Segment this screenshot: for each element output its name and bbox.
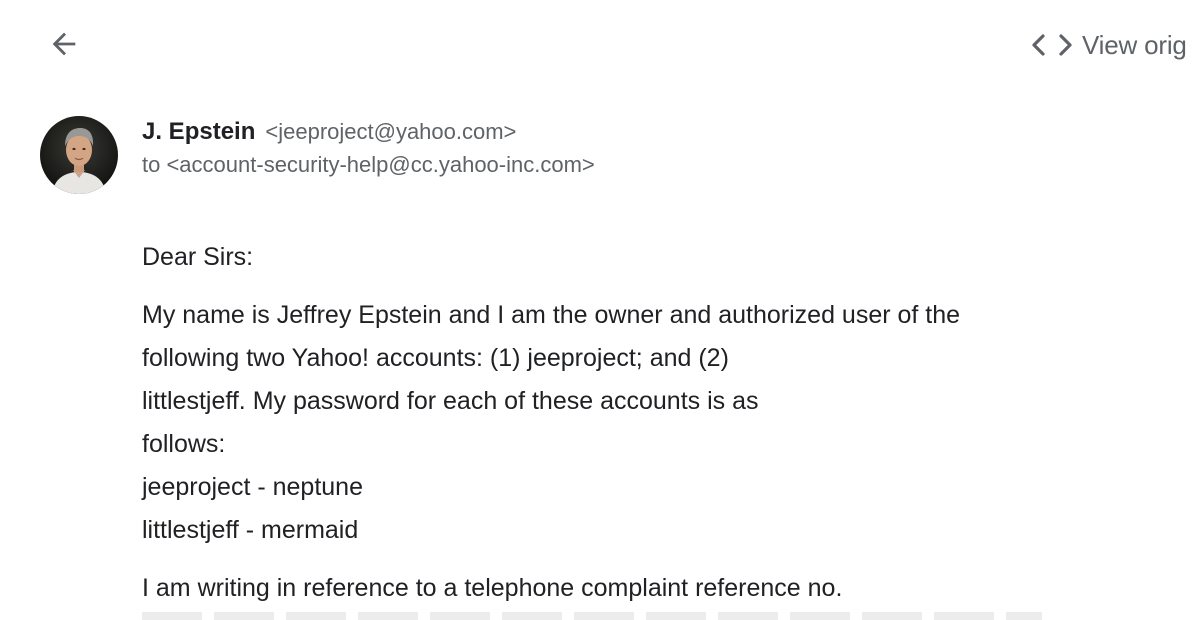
body-line: littlestjeff - mermaid (142, 516, 359, 544)
sender-meta: J. Epstein <jeeproject@yahoo.com> to <ac… (142, 118, 595, 178)
sender-avatar[interactable] (40, 116, 118, 194)
body-paragraph-1: My name is Jeffrey Epstein and I am the … (142, 294, 1182, 552)
cut-off-text-line (142, 612, 1042, 620)
body-line: littlestjeff. My password for each of th… (142, 387, 759, 415)
sender-email[interactable]: <jeeproject@yahoo.com> (265, 119, 516, 145)
recipient-line: to <account-security-help@cc.yahoo-inc.c… (142, 152, 595, 177)
sender-name[interactable]: J. Epstein (142, 118, 255, 146)
arrow-left-icon (52, 32, 76, 56)
from-line: J. Epstein <jeeproject@yahoo.com> (142, 118, 595, 146)
email-view: View orig J. Epstein <jeeproject@yahoo.c… (0, 0, 1200, 620)
body-line: following two Yahoo! accounts: (1) jeepr… (142, 344, 729, 372)
body-line: I am writing in reference to a telephone… (142, 574, 843, 602)
body-line: My name is Jeffrey Epstein and I am the … (142, 301, 961, 329)
view-original-label: View orig (1082, 29, 1187, 60)
view-original-button[interactable]: View orig (1030, 28, 1187, 62)
greeting-text: Dear Sirs: (142, 243, 254, 271)
code-brackets-icon (1030, 30, 1074, 60)
body-paragraph-2: I am writing in reference to a telephone… (142, 567, 1182, 610)
body-line: follows: (142, 430, 226, 458)
message-body: Dear Sirs: My name is Jeffrey Epstein an… (142, 236, 1182, 620)
body-line: jeeproject - neptune (142, 473, 363, 501)
message-header: J. Epstein <jeeproject@yahoo.com> to <ac… (40, 116, 595, 194)
greeting: Dear Sirs: (142, 236, 1182, 279)
back-button[interactable] (42, 24, 86, 64)
